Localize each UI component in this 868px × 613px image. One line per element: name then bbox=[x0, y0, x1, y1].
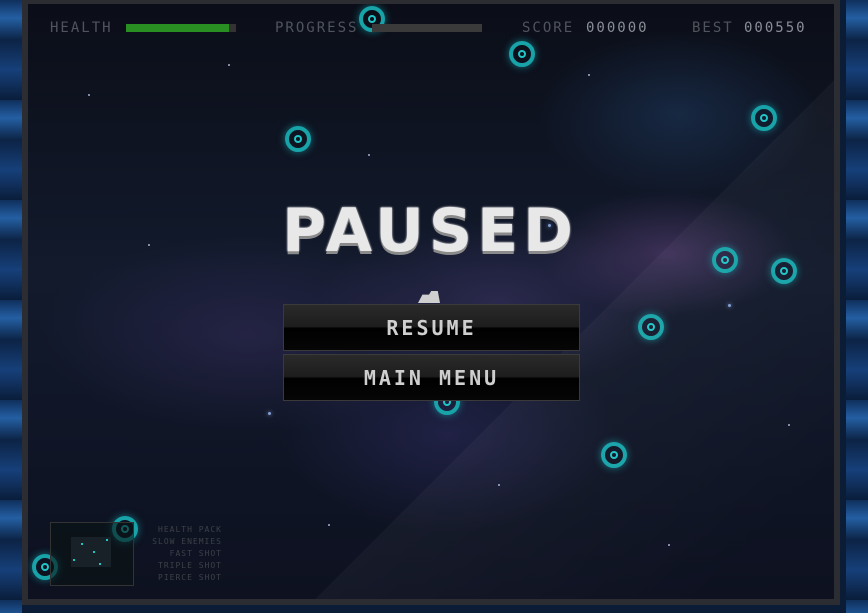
main-menu-button[interactable]: MAIN MENU bbox=[283, 354, 580, 401]
progress-bar bbox=[372, 24, 482, 32]
right-frame-panel bbox=[846, 0, 868, 613]
minimap-dot bbox=[73, 559, 75, 561]
powerup-item: HEALTH PACK bbox=[158, 525, 222, 534]
star bbox=[88, 94, 90, 96]
enemy-ring bbox=[712, 247, 738, 273]
resume-button[interactable]: RESUME bbox=[283, 304, 580, 351]
progress-label: PROGRESS bbox=[275, 20, 359, 36]
star bbox=[788, 424, 790, 426]
score-label: SCORE bbox=[522, 20, 575, 36]
score-value: 000000 bbox=[586, 20, 649, 36]
left-frame-panel bbox=[0, 0, 22, 613]
powerup-item: SLOW ENEMIES bbox=[152, 537, 222, 546]
powerup-item: TRIPLE SHOT bbox=[158, 561, 222, 570]
enemy-ring bbox=[601, 442, 627, 468]
star bbox=[148, 244, 150, 246]
star bbox=[498, 484, 500, 486]
enemy-ring bbox=[638, 314, 664, 340]
minimap-dot bbox=[106, 539, 108, 541]
star bbox=[668, 544, 670, 546]
star bbox=[368, 154, 370, 156]
star bbox=[228, 64, 230, 66]
enemy-ring bbox=[751, 105, 777, 131]
paused-title: PAUSED bbox=[282, 196, 578, 266]
powerup-item: PIERCE SHOT bbox=[158, 573, 222, 582]
star bbox=[268, 412, 271, 415]
powerup-item: FAST SHOT bbox=[169, 549, 222, 558]
star bbox=[328, 524, 330, 526]
health-label: HEALTH bbox=[50, 20, 113, 36]
health-bar bbox=[126, 24, 236, 32]
star bbox=[728, 304, 731, 307]
minimap-dot bbox=[81, 543, 83, 545]
star bbox=[588, 74, 590, 76]
best-value: 000550 bbox=[744, 20, 807, 36]
enemy-ring bbox=[509, 41, 535, 67]
best-label: BEST bbox=[692, 20, 734, 36]
enemy-ring bbox=[285, 126, 311, 152]
powerup-list: HEALTH PACK SLOW ENEMIES FAST SHOT TRIPL… bbox=[140, 524, 222, 584]
game-window: HEALTH PROGRESS SCORE 000000 BEST 000550… bbox=[0, 0, 868, 613]
minimap-view bbox=[71, 537, 111, 567]
health-bar-fill bbox=[126, 24, 230, 32]
minimap-dot bbox=[93, 551, 95, 553]
minimap bbox=[50, 522, 134, 586]
enemy-ring bbox=[771, 258, 797, 284]
minimap-dot bbox=[99, 563, 101, 565]
